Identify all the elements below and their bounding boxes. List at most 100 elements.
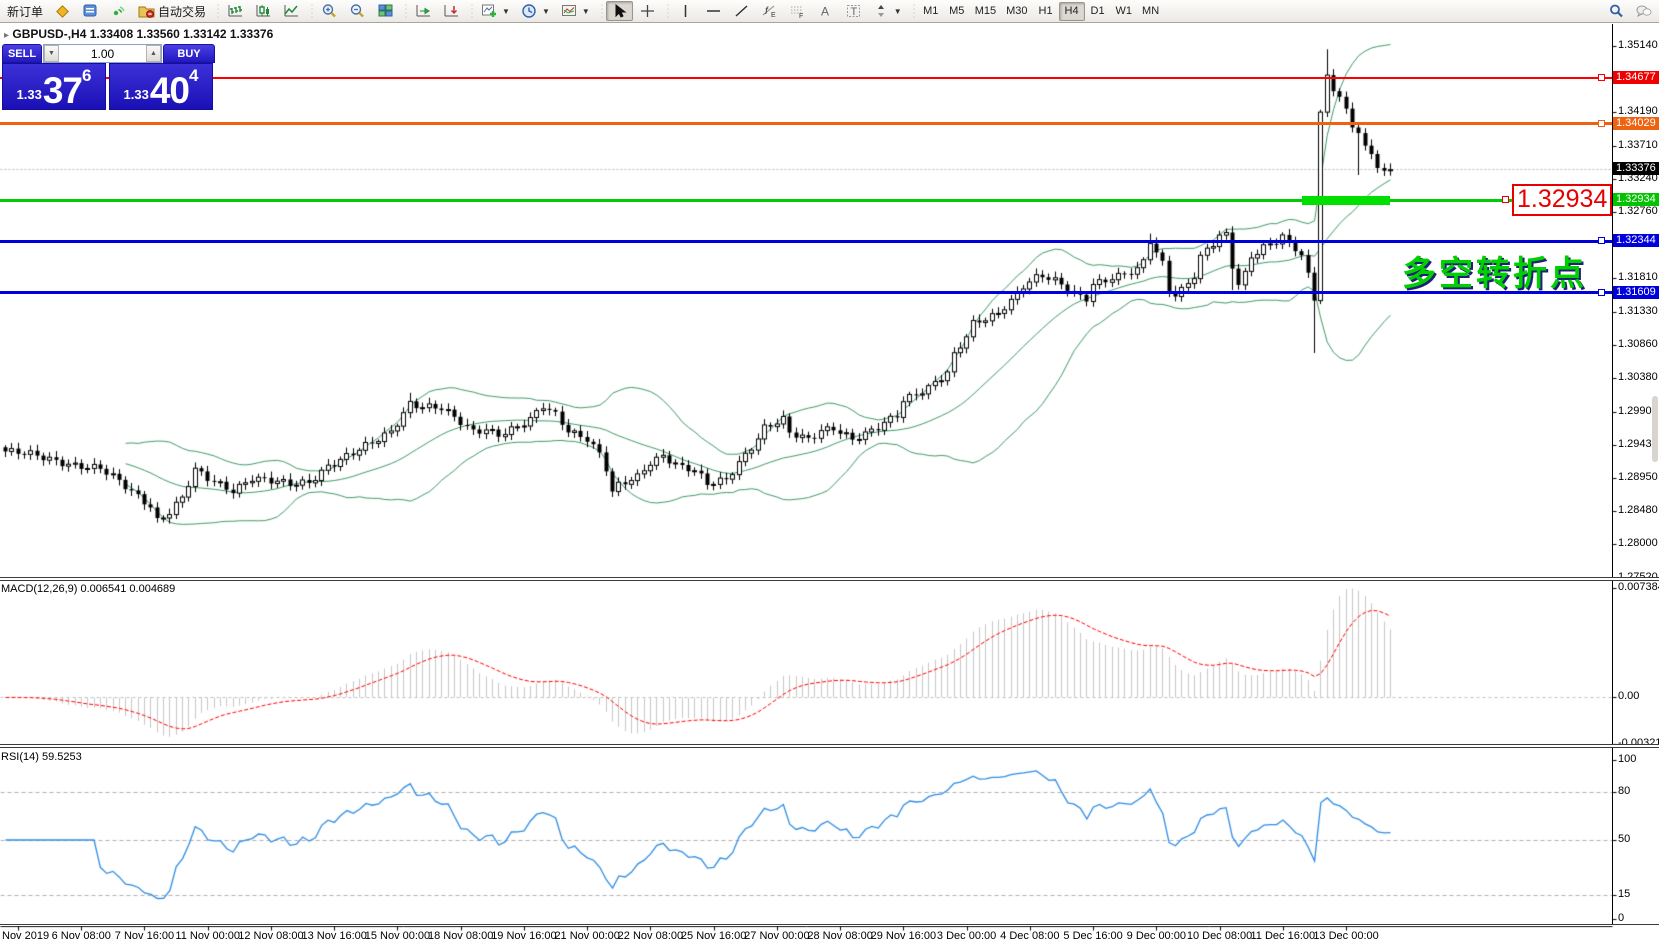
price-axis-tick: 1.30380 — [1618, 371, 1658, 383]
timeframe-button-mn[interactable]: MN — [1137, 2, 1164, 21]
zoom-in-button[interactable] — [316, 1, 343, 21]
macd-axis-tick: 0.007384 — [1618, 581, 1659, 593]
buy-price-small: 1.33 — [124, 87, 149, 102]
time-axis-label: 9 Dec 00:00 — [1127, 930, 1186, 942]
line-chart-mode-button[interactable] — [278, 1, 305, 21]
chart-symbol: GBPUSD-,H4 — [12, 27, 86, 41]
new-order-label: 新订单 — [7, 3, 43, 20]
new-chart-button[interactable]: ▼ — [476, 1, 515, 21]
price-chart-canvas[interactable] — [0, 0, 1659, 949]
auto-scroll-button[interactable] — [410, 1, 437, 21]
chevron-down-icon: ▼ — [502, 7, 510, 16]
time-axis-label: 12 Nov 08:00 — [238, 930, 303, 942]
auto-trading-button[interactable]: 自动交易 — [133, 1, 211, 21]
price-level-box[interactable]: 1.32934 — [1512, 184, 1612, 216]
horizontal-line-tool-button[interactable] — [700, 1, 727, 21]
volume-stepper: ▼ 1.00 ▲ — [43, 44, 162, 63]
price-badge: 1.32344 — [1613, 234, 1659, 247]
label-tool-button[interactable]: T — [840, 1, 867, 21]
rsi-label: RSI(14) 59.5253 — [1, 751, 82, 763]
horizontal-level-line[interactable] — [0, 122, 1612, 125]
toolbar-separator — [308, 2, 313, 20]
templates-button[interactable]: ▼ — [556, 1, 595, 21]
rsi-axis-tick: 100 — [1618, 753, 1636, 765]
timeframe-button-m5[interactable]: M5 — [944, 2, 970, 21]
chart-shift-button[interactable] — [438, 1, 465, 21]
time-axis-label: Nov 2019 — [2, 930, 49, 942]
shapes-tool-button[interactable]: ▼ — [868, 1, 907, 21]
toolbar-separator — [214, 2, 219, 20]
chat-bubbles-icon — [1635, 3, 1652, 19]
price-axis-tick: 1.34190 — [1618, 105, 1658, 117]
turning-point-annotation[interactable]: 多空转折点 — [1402, 246, 1587, 295]
horizontal-level-line[interactable] — [0, 240, 1612, 243]
tile-windows-button[interactable] — [372, 1, 399, 21]
svg-text:E: E — [771, 12, 776, 19]
chat-button[interactable] — [1630, 1, 1657, 21]
buy-price-display[interactable]: 1.33 40 4 — [109, 63, 213, 110]
timeframe-button-m1[interactable]: M1 — [918, 2, 944, 21]
timeframe-button-h4[interactable]: H4 — [1059, 2, 1085, 21]
trendline-tool-button[interactable] — [728, 1, 755, 21]
chart-title: ▸ GBPUSD-,H4 1.33408 1.33560 1.33142 1.3… — [4, 27, 273, 41]
sell-price-display[interactable]: 1.33 37 6 — [2, 63, 106, 110]
periods-button[interactable]: ▼ — [516, 1, 555, 21]
volume-input[interactable]: 1.00 — [59, 45, 146, 62]
vertical-scrollbar-thumb[interactable] — [1652, 396, 1658, 462]
time-axis-label: 3 Dec 00:00 — [937, 930, 996, 942]
symbol-marker-icon: ▸ — [4, 30, 9, 41]
time-axis-label: 13 Dec 00:00 — [1313, 930, 1378, 942]
buy-button[interactable]: BUY — [163, 44, 215, 63]
candle-chart-mode-button[interactable] — [250, 1, 277, 21]
crosshair-icon — [639, 3, 656, 19]
thick-level-segment[interactable] — [1302, 196, 1390, 205]
timeframe-button-d1[interactable]: D1 — [1085, 2, 1111, 21]
horizontal-level-line[interactable] — [0, 77, 1612, 79]
text-tool-button[interactable]: A — [812, 1, 839, 21]
zoom-out-button[interactable] — [344, 1, 371, 21]
toolbar-separator — [468, 2, 473, 20]
chart-macd-separator[interactable] — [0, 577, 1659, 581]
sell-button[interactable]: SELL — [2, 44, 42, 63]
vertical-line-tool-button[interactable] — [672, 1, 699, 21]
time-axis-label: 6 Nov 08:00 — [52, 930, 111, 942]
sell-price-small: 1.33 — [17, 87, 42, 102]
time-axis-label: 5 Dec 16:00 — [1063, 930, 1122, 942]
macd-axis-tick: 0.00 — [1618, 690, 1639, 702]
macd-rsi-separator[interactable] — [0, 744, 1659, 748]
cursor-tool-button[interactable] — [606, 1, 633, 21]
buy-price-big: 40 — [150, 76, 189, 106]
timeframe-button-w1[interactable]: W1 — [1111, 2, 1138, 21]
data-window-icon[interactable] — [77, 1, 104, 21]
rsi-axis-tick: 80 — [1618, 785, 1630, 797]
sell-price-sup: 6 — [82, 66, 91, 86]
timeframe-button-h1[interactable]: H1 — [1033, 2, 1059, 21]
horizontal-level-line[interactable] — [0, 291, 1612, 294]
market-watch-icon[interactable] — [49, 1, 76, 21]
rsi-axis-tick: 50 — [1618, 833, 1630, 845]
volume-up-button[interactable]: ▲ — [146, 45, 161, 62]
line-handle[interactable] — [1598, 289, 1605, 296]
volume-down-button[interactable]: ▼ — [44, 45, 59, 62]
label-t-icon: T — [845, 3, 862, 19]
line-handle[interactable] — [1598, 237, 1605, 244]
new-order-button[interactable]: 新订单 — [2, 1, 48, 21]
bar-chart-mode-button[interactable] — [222, 1, 249, 21]
line-handle[interactable] — [1598, 120, 1605, 127]
crosshair-tool-button[interactable] — [634, 1, 661, 21]
chevron-down-icon: ▼ — [542, 7, 550, 16]
fibo-grid-tool-button[interactable]: F — [784, 1, 811, 21]
price-badge: 1.31609 — [1613, 286, 1659, 299]
price-axis-tick: 1.30860 — [1618, 338, 1658, 350]
line-handle[interactable] — [1502, 196, 1509, 203]
timeframe-button-m30[interactable]: M30 — [1001, 2, 1032, 21]
navigator-icon[interactable] — [105, 1, 132, 21]
time-axis-label: 19 Nov 16:00 — [491, 930, 556, 942]
vertical-line-icon — [677, 3, 694, 19]
line-handle[interactable] — [1598, 74, 1605, 81]
timeframe-button-m15[interactable]: M15 — [970, 2, 1001, 21]
toolbar-separator — [664, 2, 669, 20]
search-button[interactable] — [1603, 1, 1630, 21]
fibonacci-tool-button[interactable]: fE — [756, 1, 783, 21]
svg-text:A: A — [821, 5, 829, 19]
